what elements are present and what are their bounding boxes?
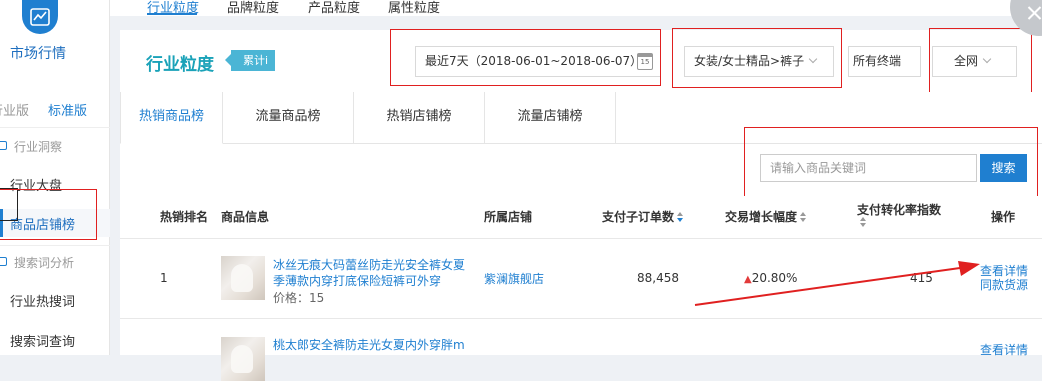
date-range-select[interactable]: 最近7天（2018-06-01~2018-06-07） 15 [415, 46, 661, 77]
active-tab-underline [147, 13, 197, 15]
up-arrow-icon: ▲ [744, 274, 752, 285]
col-header-orders-label: 支付子订单数 [602, 210, 675, 224]
col-header-orders[interactable]: 支付子订单数 [602, 208, 684, 225]
sidebar-item-label: 行业热搜词 [10, 295, 76, 310]
shop-link[interactable]: 紫澜旗舰店 [484, 271, 544, 288]
section-industry-insight: 行业洞察 [0, 138, 110, 158]
col-header-rank: 热销排名 [160, 210, 209, 224]
network-value: 全网 [954, 54, 979, 68]
tab-attribute-granularity[interactable]: 属性粒度 [388, 0, 440, 16]
insight-icon [0, 141, 7, 150]
sidebar-item-label: 商品店铺榜 [10, 218, 76, 233]
divider [0, 245, 110, 246]
annotation-box-fragment [0, 188, 18, 221]
orders-value: 88,458 [637, 271, 679, 285]
sort-icon[interactable] [677, 211, 684, 222]
market-logo [22, 0, 58, 34]
divider [0, 127, 110, 128]
version-standard-tab[interactable]: 标准版 [48, 100, 87, 119]
category-select[interactable]: 女装/女士精品>裤子 [684, 46, 834, 77]
sort-icon[interactable] [860, 216, 866, 227]
section-label: 搜索词分析 [14, 256, 75, 270]
rank-value: 1 [160, 271, 168, 285]
product-thumbnail[interactable] [221, 337, 265, 381]
chevron-down-icon [808, 54, 818, 64]
product-title-link[interactable]: 桃太郎安全裤防走光女夏内外穿胖m [273, 337, 465, 354]
tab-hot-products[interactable]: 热销商品榜 [120, 92, 223, 144]
tab-brand-granularity[interactable]: 品牌粒度 [227, 0, 279, 16]
section-label: 行业洞察 [14, 140, 63, 154]
sidebar-item-search-query[interactable]: 搜索词查询 [0, 326, 110, 354]
col-header-conversion[interactable]: 支付转化率指数 [857, 204, 947, 228]
cumulative-tag: 累计i [224, 50, 276, 71]
growth-value: ▲20.80% [744, 271, 797, 285]
rank-table: 热销排名 商品信息 所属店铺 支付子订单数 交易增长幅度 支付转化率指数 操作 … [120, 196, 1042, 381]
search-panel: 搜索 [120, 144, 1042, 196]
terminal-value: 所有终端 [853, 54, 902, 68]
tab-hot-shops[interactable]: 热销店铺榜 [354, 92, 485, 144]
col-header-shop: 所属店铺 [484, 210, 533, 224]
version-switch: 行业版 标准版 [0, 100, 110, 119]
granularity-nav: 行业粒度 品牌粒度 产品粒度 属性粒度 [110, 0, 1042, 16]
sort-icon[interactable] [800, 211, 807, 222]
row-divider [120, 318, 1042, 319]
conversion-value: 415 [910, 271, 933, 285]
chart-icon [30, 8, 50, 26]
sidebar: 市场行情 行业版 标准版 行业洞察 行业大盘 商品店铺榜 搜索词分析 行业热搜词… [0, 0, 110, 355]
product-title-link[interactable]: 冰丝无痕大码蕾丝防走光安全裤女夏 [273, 257, 465, 274]
col-header-conversion-label: 支付转化率指数 [857, 203, 942, 217]
search-analysis-icon [0, 257, 7, 266]
version-industry-tab[interactable]: 行业版 [0, 100, 29, 119]
category-value: 女装/女士精品>裤子 [694, 54, 805, 68]
growth-percent: 20.80% [751, 271, 798, 285]
view-details-link[interactable]: 查看详情 [980, 264, 1028, 279]
header-divider [120, 238, 1042, 239]
calendar-icon[interactable]: 15 [637, 53, 653, 70]
sidebar-item-hot-search[interactable]: 行业热搜词 [0, 286, 110, 314]
col-header-actions: 操作 [991, 210, 1016, 224]
section-search-analysis: 搜索词分析 [0, 254, 110, 274]
rank-tabs: 热销商品榜 流量商品榜 热销店铺榜 流量店铺榜 [120, 92, 1042, 144]
date-range-value: 最近7天（2018-06-01~2018-06-07） [425, 54, 643, 68]
col-header-growth-label: 交易增长幅度 [725, 210, 798, 224]
col-header-growth[interactable]: 交易增长幅度 [725, 208, 807, 225]
tab-traffic-products[interactable]: 流量商品榜 [223, 92, 354, 144]
tab-product-granularity[interactable]: 产品粒度 [308, 0, 360, 16]
sidebar-item-label: 搜索词查询 [10, 335, 76, 350]
product-price: 价格：15 [273, 291, 325, 305]
terminal-select[interactable]: 所有终端 [848, 46, 921, 77]
same-source-link[interactable]: 同款货源 [980, 278, 1028, 293]
product-search-input[interactable] [760, 154, 977, 182]
view-details-link[interactable]: 查看详情 [980, 343, 1028, 358]
network-select[interactable]: 全网 [932, 46, 1017, 77]
product-title-link-line2[interactable]: 季薄款内穿打底保险短裤可外穿 [273, 273, 441, 290]
page-header: 行业粒度 累计i 最近7天（2018-06-01~2018-06-07） 15 … [120, 30, 1042, 92]
tab-traffic-shops[interactable]: 流量店铺榜 [485, 92, 616, 144]
app-title: 市场行情 [10, 46, 66, 62]
col-header-product: 商品信息 [221, 210, 270, 224]
chevron-down-icon [982, 54, 992, 64]
search-button[interactable]: 搜索 [980, 154, 1027, 182]
page-title: 行业粒度 [146, 55, 214, 75]
product-thumbnail[interactable] [221, 256, 265, 300]
